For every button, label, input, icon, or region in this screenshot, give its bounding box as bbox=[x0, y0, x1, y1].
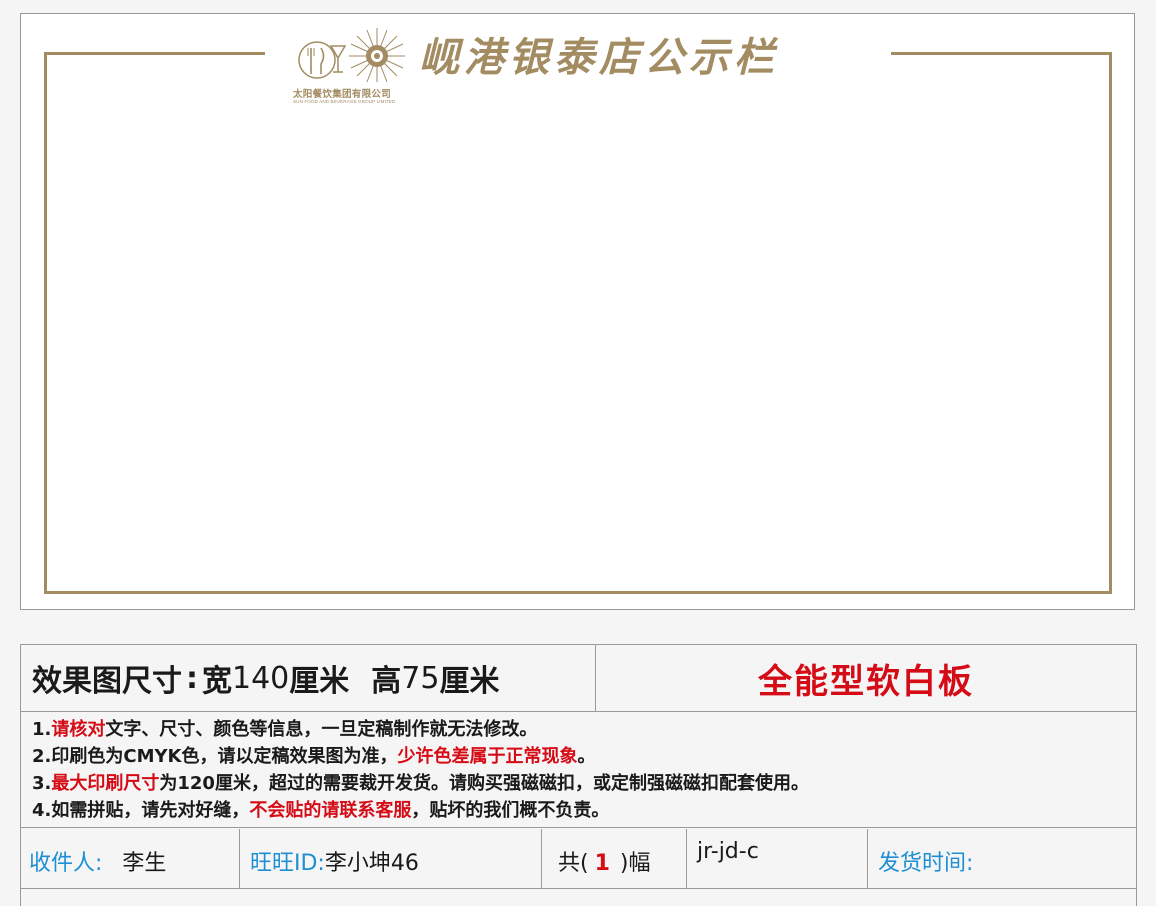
notes-block: 1.请核对文字、尺寸、颜色等信息，一旦定稿制作就无法修改。 2.印刷色为CMYK… bbox=[21, 712, 1136, 828]
count-prefix: 共( bbox=[558, 851, 589, 876]
height-label: 高 bbox=[371, 664, 402, 699]
company-logo: 太阳餐饮集团有限公司 SUN FOOD AND BEVERAGE GROUP L… bbox=[293, 26, 417, 106]
note-2: 2.印刷色为CMYK色，请以定稿效果图为准，少许色差属于正常现象。 bbox=[32, 746, 596, 767]
wangwang-value: 李小坤46 bbox=[324, 851, 419, 876]
code-cell: jr-jd-c bbox=[687, 829, 868, 888]
material-cell: 全能型软白板 bbox=[758, 661, 974, 702]
count-suffix: )幅 bbox=[619, 851, 651, 876]
recipient-cell: 收件人: 李生 bbox=[21, 829, 240, 888]
product-code: jr-jd-c bbox=[697, 839, 759, 864]
note-3: 3.最大印刷尺寸为120厘米，超过的需要裁开发货。请购买强磁磁扣，或定制强磁磁扣… bbox=[32, 773, 809, 794]
spec-size-row: 效果图尺寸: 宽 140 厘米高 75 厘米 全能型软白板 bbox=[21, 645, 1136, 712]
recipient-label: 收件人: bbox=[29, 851, 103, 876]
ship-time-label: 发货时间: bbox=[878, 851, 974, 876]
order-info-row: 收件人: 李生 旺旺ID:李小坤46 共(1 )幅 jr-jd-c 发货时间: bbox=[21, 829, 1136, 889]
size-cell: 效果图尺寸: 宽 140 厘米高 75 厘米 bbox=[21, 645, 596, 711]
count-cell: 共(1 )幅 bbox=[542, 829, 687, 888]
note-4: 4.如需拼贴，请先对好缝，不会贴的请联系客服，贴坏的我们概不负责。 bbox=[32, 800, 610, 821]
logo-chinese-text: 太阳餐饮集团有限公司 bbox=[293, 89, 392, 100]
board-preview: 太阳餐饮集团有限公司 SUN FOOD AND BEVERAGE GROUP L… bbox=[20, 13, 1135, 610]
sun-logo-icon bbox=[298, 28, 405, 83]
wangwang-cell: 旺旺ID:李小坤46 bbox=[240, 829, 542, 888]
note-1: 1.请核对文字、尺寸、颜色等信息，一旦定稿制作就无法修改。 bbox=[32, 719, 538, 740]
ship-time-cell: 发货时间: bbox=[868, 829, 1136, 888]
width-value: 140 bbox=[232, 660, 290, 696]
width-unit: 厘米 bbox=[289, 664, 350, 699]
size-label: 效果图尺寸 bbox=[32, 664, 182, 699]
recipient-value: 李生 bbox=[122, 851, 167, 876]
board-title: 岘港银泰店公示栏 bbox=[419, 34, 779, 81]
wangwang-label: 旺旺ID: bbox=[250, 851, 325, 876]
count-value: 1 bbox=[594, 851, 610, 876]
width-label: 宽 bbox=[202, 664, 232, 699]
size-colon: : bbox=[186, 660, 198, 696]
logo-english-text: SUN FOOD AND BEVERAGE GROUP LIMITED bbox=[293, 99, 396, 104]
height-unit: 厘米 bbox=[439, 664, 500, 699]
board-frame bbox=[44, 52, 1112, 594]
height-value: 75 bbox=[401, 660, 440, 696]
spec-sheet: 效果图尺寸: 宽 140 厘米高 75 厘米 全能型软白板 1.请核对文字、尺寸、颜色等信… bbox=[20, 644, 1137, 906]
